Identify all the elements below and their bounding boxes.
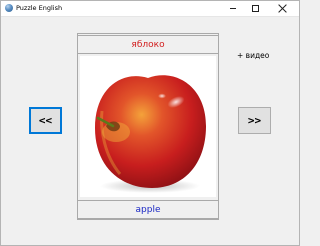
minimize-button[interactable]: [222, 1, 244, 16]
maximize-button[interactable]: [244, 1, 266, 16]
minimize-icon: [230, 8, 236, 9]
maximize-icon: [251, 5, 259, 12]
apple-image: [95, 75, 206, 193]
native-word-label: яблоко: [78, 35, 218, 54]
flashcard-panel: яблоко apple: [77, 33, 219, 220]
previous-button[interactable]: <<: [29, 107, 62, 134]
title-bar: Puzzle English: [1, 1, 299, 17]
close-icon: [278, 4, 287, 13]
app-window: Puzzle English яблоко apple << >> + виде…: [0, 0, 300, 246]
next-button[interactable]: >>: [238, 107, 271, 134]
app-globe-icon: [5, 4, 13, 12]
add-video-link[interactable]: + видео: [237, 51, 269, 60]
english-word-label: apple: [78, 200, 218, 219]
card-image: [80, 56, 216, 197]
close-button[interactable]: [266, 1, 299, 16]
window-title: Puzzle English: [16, 4, 63, 12]
